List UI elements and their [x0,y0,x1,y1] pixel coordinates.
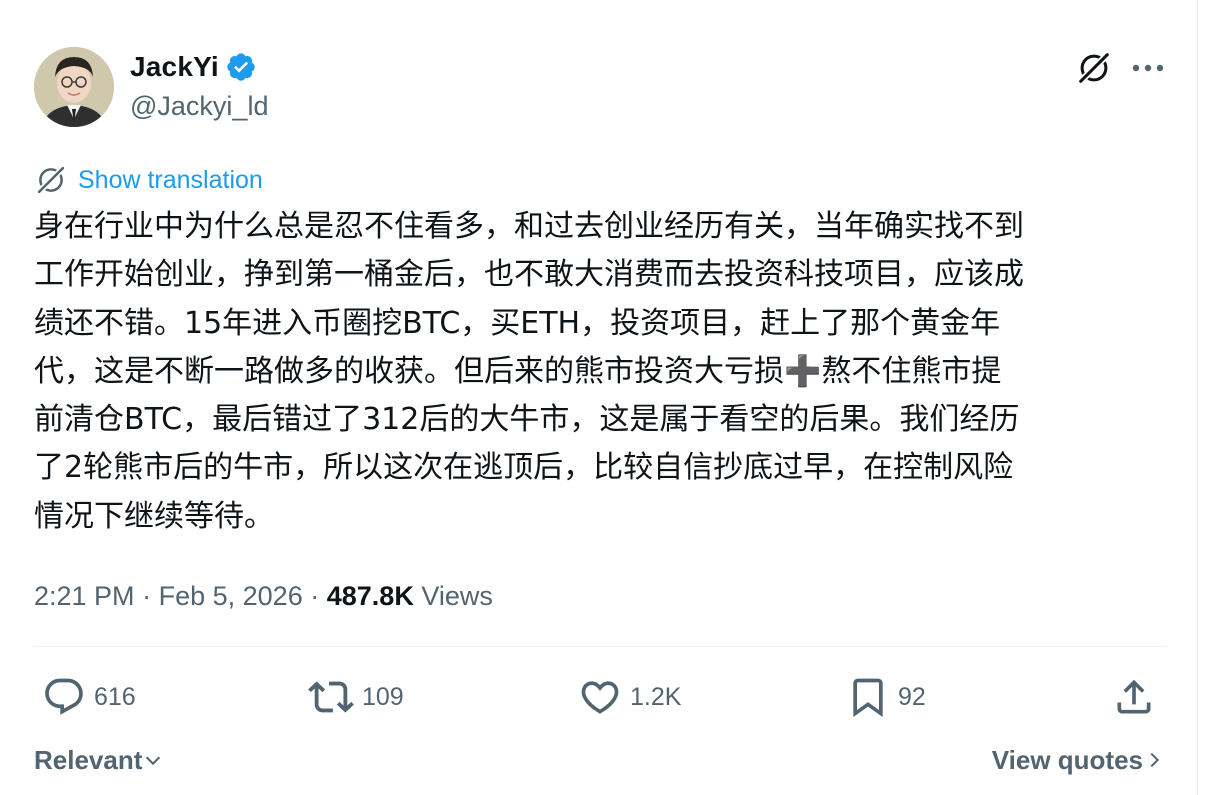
reply-count: 616 [94,682,136,711]
tweet-text: 身在行业中为什么总是忍不住看多，和过去创业经历有关，当年确实找不到 工作开始创业… [34,209,1024,534]
more-button[interactable] [1128,50,1168,86]
grok-icon [36,165,66,195]
bookmark-count: 92 [898,682,926,711]
grok-icon [1077,51,1111,85]
views-count: 487.8K [326,580,414,611]
divider [34,646,1166,647]
view-quotes-link[interactable]: View quotes [992,740,1165,780]
bookmark-button[interactable]: 92 [846,674,926,720]
bookmark-icon [853,678,883,718]
heart-icon [581,681,619,714]
sort-label: Relevant [34,744,143,775]
sort-dropdown[interactable]: Relevant [34,740,164,780]
view-quotes-label: View quotes [991,744,1143,775]
tweet-meta: 2:21 PM · Feb 5, 2026 · 487.8K Views [34,577,493,615]
chevron-right-icon [1150,752,1160,768]
reply-button[interactable]: 616 [42,674,136,720]
tweet-time[interactable]: 2:21 PM [34,581,135,612]
avatar[interactable] [34,47,114,127]
share-icon [1117,679,1151,714]
show-translation-label[interactable]: Show translation [78,166,263,195]
grok-button[interactable] [1074,48,1114,88]
retweet-button[interactable]: 109 [308,674,404,720]
more-dots-icon [1132,64,1164,72]
retweet-icon [308,681,354,713]
like-button[interactable]: 1.2K [578,674,681,720]
meta-separator: · [142,580,152,611]
retweet-count: 109 [362,682,404,711]
share-button[interactable] [1112,674,1156,720]
author-name[interactable]: JackYi [130,51,219,83]
meta-separator: · [310,580,320,611]
reply-icon [45,678,83,715]
avatar-image [34,47,114,127]
tweet-card: JackYi @Jackyi_ld Show translation 身在行业中… [0,0,1198,795]
verified-badge-icon [225,51,257,83]
chevron-down-icon [146,756,161,766]
like-count: 1.2K [630,682,682,711]
tweet-date[interactable]: Feb 5, 2026 [159,581,303,612]
author-name-row[interactable]: JackYi [130,50,257,84]
show-translation-button[interactable]: Show translation [34,162,263,198]
views-label: Views [421,580,493,611]
author-handle[interactable]: @Jackyi_ld [130,91,268,122]
